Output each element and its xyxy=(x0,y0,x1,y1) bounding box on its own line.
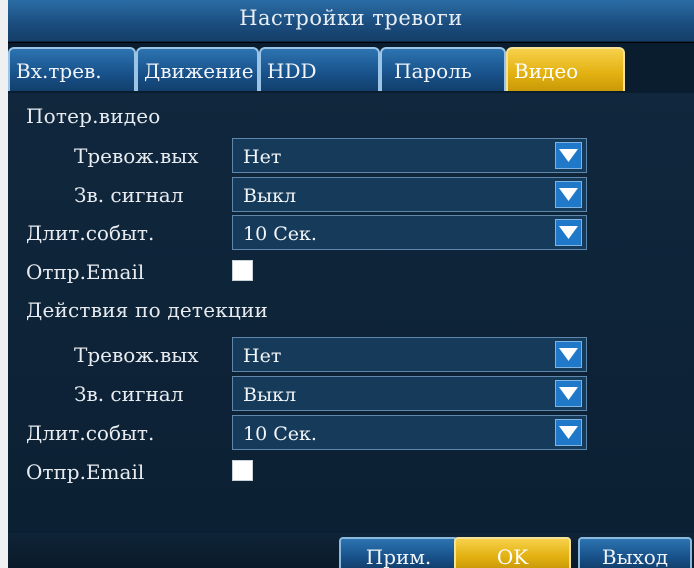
ok-button[interactable]: OK xyxy=(454,537,571,568)
alarm-out-dropdown[interactable]: Нет xyxy=(232,337,587,372)
chevron-down-icon[interactable] xyxy=(555,142,582,169)
alarm-out-label: Тревож.вых xyxy=(74,144,199,168)
buzzer-dropdown[interactable]: Выкл xyxy=(232,177,587,212)
tab-video[interactable]: Видео xyxy=(506,47,625,91)
dropdown-value: Нет xyxy=(243,146,282,168)
chevron-down-icon[interactable] xyxy=(555,181,582,208)
buzzer-dropdown[interactable]: Выкл xyxy=(232,376,587,411)
duration-label: Длит.событ. xyxy=(26,221,155,245)
send-email-checkbox[interactable] xyxy=(232,260,253,281)
tab-label: Движение xyxy=(144,59,254,83)
chevron-down-icon[interactable] xyxy=(555,419,582,446)
tab-label: Вх.трев. xyxy=(16,59,102,83)
duration-label: Длит.событ. xyxy=(26,421,155,445)
alarm-out-dropdown[interactable]: Нет xyxy=(232,138,587,173)
tab-alarm-input[interactable]: Вх.трев. xyxy=(8,47,136,91)
tab-bar: Вх.трев. Движение HDD Пароль Видео xyxy=(8,43,694,93)
section-video-loss-heading: Потер.видео xyxy=(26,104,161,128)
dropdown-value: Выкл xyxy=(243,185,297,207)
chevron-down-icon[interactable] xyxy=(555,341,582,368)
send-email-checkbox[interactable] xyxy=(232,460,253,481)
tab-hdd[interactable]: HDD xyxy=(259,47,380,91)
tab-motion[interactable]: Движение xyxy=(136,47,259,91)
button-label: OK xyxy=(496,545,529,568)
buzzer-label: Зв. сигнал xyxy=(74,382,184,406)
send-email-label: Отпр.Email xyxy=(26,260,145,284)
dropdown-value: 10 Сек. xyxy=(243,223,317,245)
tab-label: Видео xyxy=(514,59,579,83)
dropdown-value: Нет xyxy=(243,345,282,367)
tab-label: HDD xyxy=(267,59,317,83)
dropdown-value: Выкл xyxy=(243,384,297,406)
title-bar: Настройки тревоги xyxy=(8,0,694,42)
button-label: Прим. xyxy=(365,545,432,568)
buzzer-label: Зв. сигнал xyxy=(74,183,184,207)
alarm-settings-window: Настройки тревоги Вх.трев. Движение HDD … xyxy=(8,0,694,568)
send-email-label: Отпр.Email xyxy=(26,460,145,484)
section-detection-heading: Действия по детекции xyxy=(26,298,269,322)
alarm-out-label: Тревож.вых xyxy=(74,343,199,367)
duration-dropdown[interactable]: 10 Сек. xyxy=(232,415,587,450)
apply-button[interactable]: Прим. xyxy=(339,537,458,568)
settings-panel: Потер.видео Тревож.вых Нет Зв. сигнал Вы… xyxy=(8,93,694,533)
window-title: Настройки тревоги xyxy=(239,6,463,30)
chevron-down-icon[interactable] xyxy=(555,380,582,407)
exit-button[interactable]: Выход xyxy=(578,537,692,568)
button-label: Выход xyxy=(601,545,669,568)
dropdown-value: 10 Сек. xyxy=(243,423,317,445)
chevron-down-icon[interactable] xyxy=(555,219,582,246)
tab-password[interactable]: Пароль xyxy=(380,47,506,91)
duration-dropdown[interactable]: 10 Сек. xyxy=(232,215,587,250)
tab-label: Пароль xyxy=(394,59,472,83)
